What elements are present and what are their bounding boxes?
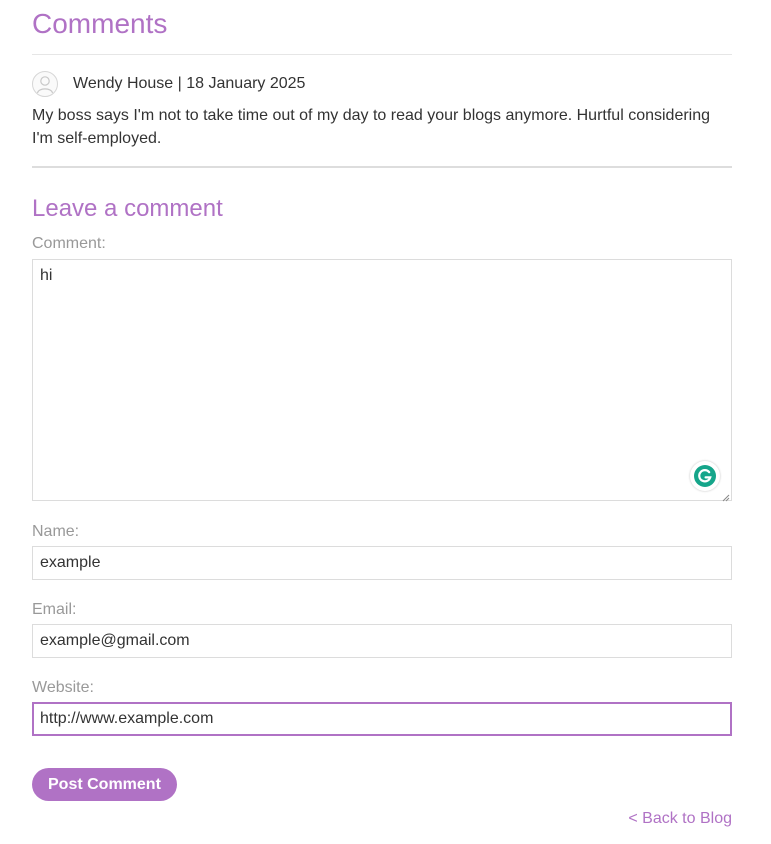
name-input[interactable] — [32, 546, 732, 580]
email-label: Email: — [32, 601, 77, 618]
comment-item: Wendy House | 18 January 2025 My boss sa… — [32, 70, 732, 150]
divider — [32, 166, 732, 168]
website-label: Website: — [32, 679, 94, 696]
leave-comment-heading: Leave a comment — [32, 195, 223, 222]
email-input[interactable] — [32, 624, 732, 658]
divider — [32, 54, 732, 55]
comments-heading: Comments — [32, 8, 168, 39]
name-label: Name: — [32, 523, 80, 540]
comment-label: Comment: — [32, 235, 106, 252]
post-comment-button[interactable]: Post Comment — [32, 768, 177, 801]
resize-handle-icon[interactable] — [720, 489, 730, 502]
comment-textarea[interactable]: hi — [32, 259, 732, 501]
comment-field-wrapper: hi — [32, 259, 732, 502]
comment-form: Leave a comment Comment: hi Name: Email:… — [32, 195, 732, 801]
back-to-blog-link[interactable]: < Back to Blog — [628, 810, 732, 828]
user-avatar-icon — [32, 71, 58, 97]
comments-page: Comments Wendy House | 18 January 2025 M… — [32, 0, 732, 801]
comment-author-date: Wendy House | 18 January 2025 — [73, 75, 306, 92]
comment-text: My boss says I'm not to take time out of… — [32, 107, 711, 147]
website-input[interactable] — [32, 702, 732, 736]
comment-header: Wendy House | 18 January 2025 — [32, 70, 732, 98]
grammarly-icon[interactable] — [690, 461, 720, 491]
